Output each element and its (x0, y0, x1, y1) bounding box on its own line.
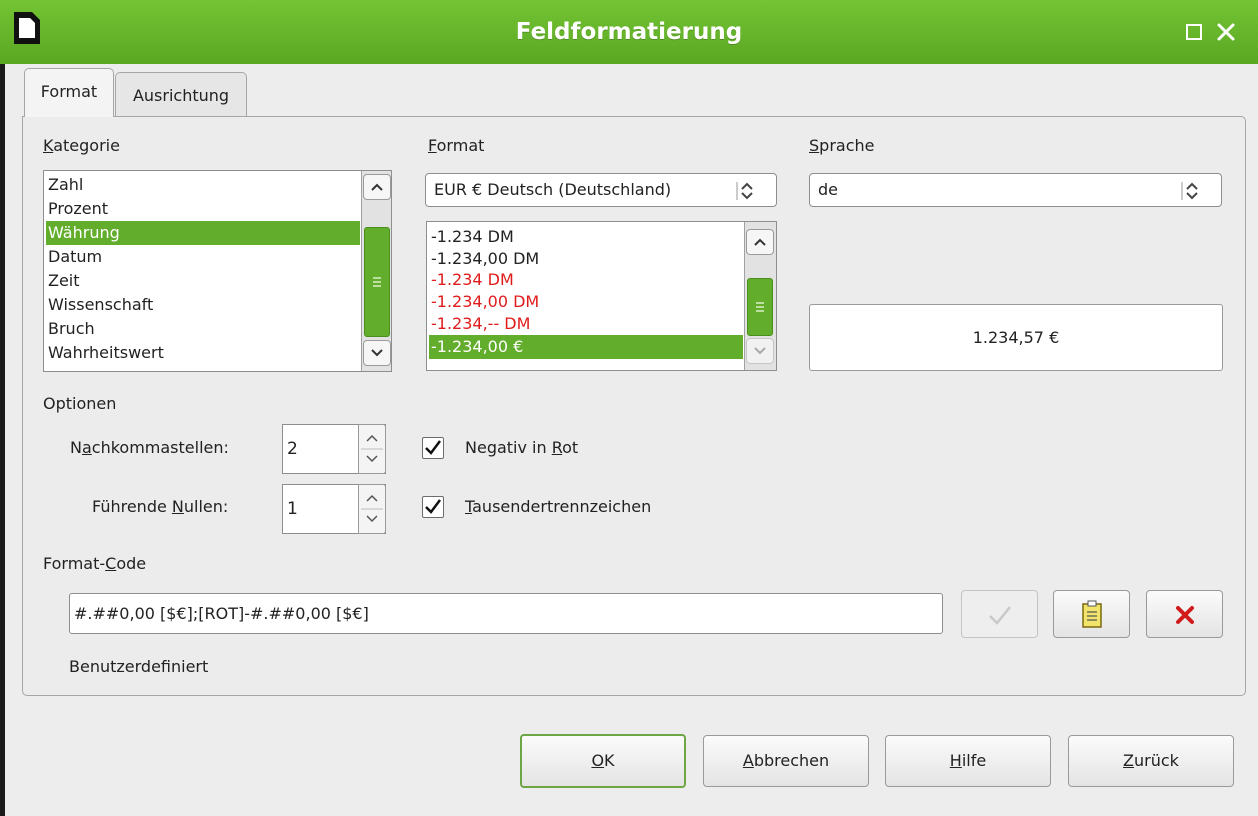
leading-zeros-stepper[interactable]: 1 (282, 484, 386, 534)
list-item[interactable]: Prozent (46, 197, 360, 221)
stepper-buttons[interactable] (358, 424, 386, 474)
scroll-up-button[interactable] (363, 174, 391, 200)
list-item[interactable]: Wissenschaft (46, 293, 360, 317)
maximize-icon[interactable] (1184, 22, 1204, 42)
list-item[interactable]: -1.234 DM (429, 225, 743, 249)
tab-format[interactable]: Format (24, 68, 114, 117)
format-code-value: #.##0,00 [$€];[ROT]-#.##0,00 [$€] (74, 604, 369, 623)
format-scrollbar[interactable] (744, 222, 776, 370)
negative-red-checkbox[interactable] (422, 437, 444, 459)
format-code-input[interactable]: #.##0,00 [$€];[ROT]-#.##0,00 [$€] (69, 593, 943, 634)
window-border (0, 64, 5, 816)
scroll-down-button[interactable] (363, 340, 391, 366)
checkmark-icon (988, 606, 1011, 625)
document-icon (14, 12, 40, 44)
back-button[interactable]: Zurück (1068, 735, 1234, 787)
list-item-selected[interactable]: Währung (46, 221, 360, 245)
thousands-separator-label: Tausendertrennzeichen (465, 497, 652, 516)
list-item-selected[interactable]: -1.234,00 € (429, 335, 743, 359)
format-code-description: Benutzerdefiniert (69, 657, 209, 676)
thousands-separator-checkbox[interactable] (422, 496, 444, 518)
cancel-button[interactable]: Abbrechen (703, 735, 869, 787)
checkmark-icon (425, 440, 441, 455)
list-item[interactable]: Bruch (46, 317, 360, 341)
list-item[interactable]: Zahl (46, 173, 360, 197)
preview-value: 1.234,57 € (972, 328, 1060, 347)
format-listbox[interactable]: -1.234 DM -1.234,00 DM -1.234 DM -1.234,… (426, 221, 777, 371)
decimal-places-stepper[interactable]: 2 (282, 424, 386, 474)
language-label: Sprache (809, 136, 875, 155)
list-item-negative-red[interactable]: -1.234 DM (429, 268, 743, 292)
title-bar: Feldformatierung (0, 0, 1258, 64)
grip-icon (373, 277, 381, 287)
leading-zeros-label: Führende Nullen: (92, 497, 229, 516)
note-icon (1081, 600, 1102, 628)
format-label: Format (428, 136, 485, 155)
tab-ausrichtung-label: Ausrichtung (132, 86, 230, 105)
checkmark-icon (425, 499, 441, 514)
scroll-thumb[interactable] (364, 227, 390, 337)
chevron-up-icon (371, 183, 383, 191)
scroll-thumb[interactable] (747, 278, 773, 336)
list-item[interactable]: Datum (46, 245, 360, 269)
decimal-places-value: 2 (287, 439, 298, 459)
category-scrollbar[interactable] (361, 171, 391, 371)
add-comment-button[interactable] (1053, 590, 1130, 638)
list-item[interactable]: Zeit (46, 269, 360, 293)
delete-icon (1175, 606, 1194, 624)
options-heading: Optionen (43, 394, 117, 413)
updown-chevron-icon (1181, 182, 1198, 200)
stepper-arrows-icon (361, 434, 383, 463)
close-icon[interactable] (1214, 20, 1238, 44)
scroll-down-button[interactable] (746, 338, 774, 364)
format-code-label: Format-Code (43, 554, 147, 573)
category-label: Kategorie (43, 136, 120, 155)
list-item-negative-red[interactable]: -1.234,00 DM (429, 290, 743, 314)
language-select[interactable]: de (809, 173, 1222, 207)
list-item[interactable]: Wahrheitswert (46, 341, 360, 365)
format-preview: 1.234,57 € (809, 304, 1223, 371)
decimal-places-label: Nachkommastellen: (70, 438, 229, 457)
stepper-arrows-icon (361, 494, 383, 523)
category-listbox[interactable]: Zahl Prozent Währung Datum Zeit Wissensc… (43, 170, 392, 372)
help-button[interactable]: Hilfe (885, 735, 1051, 787)
leading-zeros-value: 1 (287, 499, 298, 519)
chevron-down-icon (371, 349, 383, 357)
currency-select-value: EUR € Deutsch (Deutschland) (434, 180, 672, 199)
accept-code-button[interactable] (961, 590, 1038, 638)
tab-format-label: Format (40, 82, 98, 101)
list-item-negative-red[interactable]: -1.234,-- DM (429, 312, 743, 336)
stepper-buttons[interactable] (358, 484, 386, 534)
chevron-down-icon (754, 347, 766, 355)
tab-ausrichtung[interactable]: Ausrichtung (115, 72, 247, 117)
ok-button[interactable]: OK (520, 734, 686, 788)
scroll-up-button[interactable] (746, 229, 774, 255)
chevron-up-icon (754, 238, 766, 246)
language-select-value: de (818, 180, 838, 199)
updown-chevron-icon (736, 182, 753, 200)
negative-red-label: Negativ in Rot (465, 438, 579, 457)
window-title: Feldformatierung (515, 19, 743, 45)
grip-icon (756, 302, 764, 312)
delete-code-button[interactable] (1146, 590, 1223, 638)
currency-select[interactable]: EUR € Deutsch (Deutschland) (425, 173, 777, 207)
